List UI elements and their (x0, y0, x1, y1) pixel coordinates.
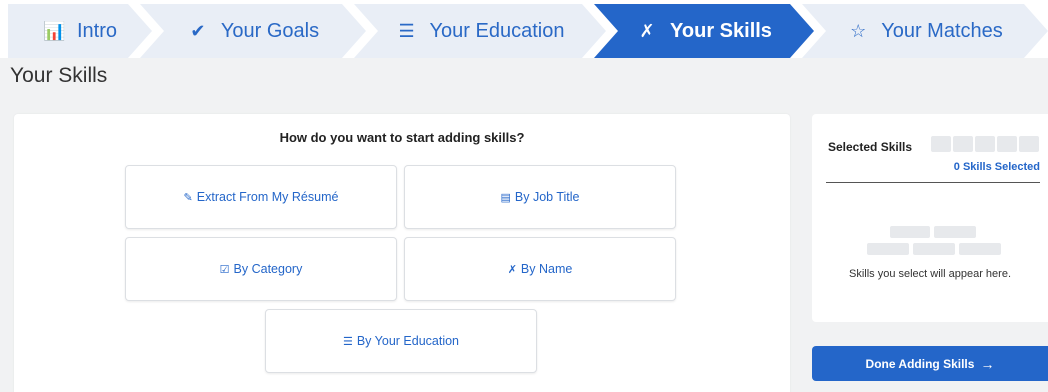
step-label: Your Education (429, 19, 565, 42)
step-your-matches[interactable]: ☆ Your Matches (802, 4, 1048, 58)
placeholder-chip (959, 243, 1001, 255)
page-title: Your Skills (10, 64, 108, 87)
by-job-title-button[interactable]: ▤ By Job Title (404, 165, 676, 229)
option-label: By Your Education (356, 334, 460, 348)
checkbox-icon: ☑ (219, 263, 230, 276)
step-your-skills[interactable]: ✗ Your Skills (594, 4, 814, 58)
placeholder-chip (1019, 136, 1039, 152)
option-label: By Category (233, 262, 303, 276)
id-card-icon: ▤ (500, 191, 511, 204)
option-label: By Job Title (514, 190, 580, 204)
rocket-icon: ✔ (190, 20, 206, 41)
placeholder-chip (975, 136, 995, 152)
step-intro[interactable]: 📊 Intro (8, 4, 152, 58)
step-your-education[interactable]: ☰ Your Education (354, 4, 606, 58)
tools-icon: ✗ (507, 263, 517, 276)
tools-icon: ✗ (639, 20, 655, 41)
option-label: By Name (520, 262, 573, 276)
presentation-icon: 📊 (42, 20, 66, 41)
extract-from-resume-button[interactable]: ✎ Extract From My Résumé (125, 165, 397, 229)
step-label: Your Goals (220, 19, 320, 42)
by-name-button[interactable]: ✗ By Name (404, 237, 676, 301)
step-your-goals[interactable]: ✔ Your Goals (140, 4, 366, 58)
star-icon: ☆ (850, 20, 867, 41)
step-label: Your Skills (670, 19, 772, 42)
add-skills-question: How do you want to start adding skills? (279, 130, 525, 145)
step-label: Your Matches (881, 19, 1003, 42)
selected-skills-panel: Selected Skills 0 Skills Selected Skills… (812, 114, 1048, 322)
placeholder-chip (890, 226, 930, 238)
add-skills-card: How do you want to start adding skills? … (14, 114, 790, 392)
done-adding-skills-button[interactable]: Done Adding Skills → (812, 346, 1048, 381)
placeholder-chip (953, 136, 973, 152)
book-icon: ☰ (398, 20, 415, 41)
placeholder-chip (997, 136, 1017, 152)
by-category-button[interactable]: ☑ By Category (125, 237, 397, 301)
selected-skills-title: Selected Skills (828, 140, 913, 154)
empty-state-text: Skills you select will appear here. (848, 268, 1012, 280)
placeholder-chip (934, 226, 976, 238)
arrow-right-icon: → (980, 355, 995, 372)
edit-document-icon: ✎ (183, 191, 193, 204)
progress-stepper: 📊 Intro ✔ Your Goals ☰ Your Education ✗ … (0, 0, 1048, 58)
by-your-education-button[interactable]: ☰ By Your Education (265, 309, 537, 373)
done-button-label: Done Adding Skills (865, 356, 975, 371)
selected-count: 0 Skills Selected (953, 161, 1040, 173)
placeholder-chip (867, 243, 909, 255)
option-label: Extract From My Résumé (196, 190, 339, 204)
panel-divider (826, 182, 1040, 183)
step-label: Intro (76, 19, 118, 42)
placeholder-chip (913, 243, 955, 255)
placeholder-chip (931, 136, 951, 152)
book-icon: ☰ (342, 335, 353, 348)
